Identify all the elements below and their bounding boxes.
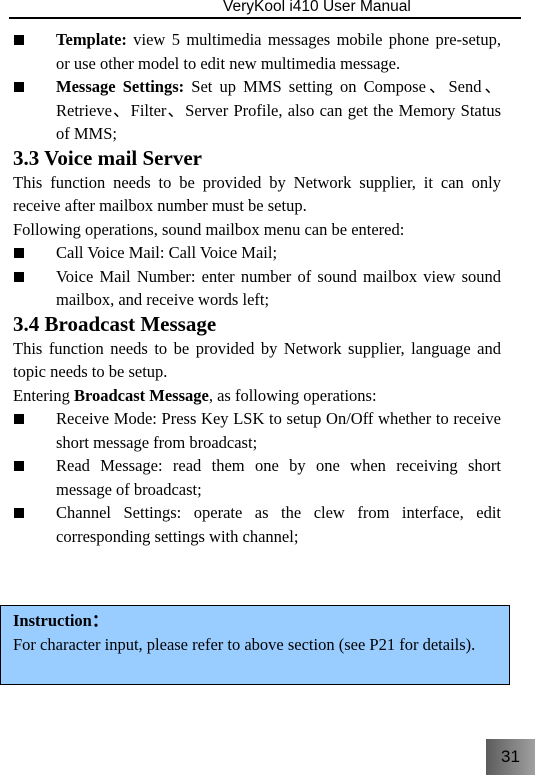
note-title-text: Instruction： — [13, 611, 109, 630]
item-text: Call Voice Mail: Call Voice Mail; — [56, 243, 278, 262]
list-item: Channel Settings: operate as the clew fr… — [13, 501, 501, 548]
square-bullet-icon — [14, 414, 24, 424]
square-bullet-icon — [14, 35, 24, 45]
instruction-note-box: Instruction： For character input, please… — [0, 605, 510, 685]
item-text: Channel Settings: operate as the clew fr… — [56, 503, 501, 546]
note-text: For character input, please refer to abo… — [13, 634, 476, 654]
page-number: 31 — [501, 747, 520, 766]
item-label: Template: — [56, 30, 127, 49]
square-bullet-icon — [14, 508, 24, 518]
page-header: VeryKool i410 User Manual — [0, 0, 535, 19]
item-text: Read Message: read them one by one when … — [56, 456, 501, 499]
list-item: Voice Mail Number: enter number of sound… — [13, 265, 501, 312]
manual-title: VeryKool i410 User Manual — [223, 0, 411, 15]
voicemail-intro: This function needs to be provided by Ne… — [13, 172, 501, 216]
item-text: Voice Mail Number: enter number of sound… — [56, 266, 501, 310]
list-item-template: Template: view 5 multimedia messages mob… — [13, 28, 501, 75]
section-heading-voicemail: 3.3 Voice mail Server — [13, 145, 202, 170]
list-item: Read Message: read them one by one when … — [13, 454, 501, 501]
item-label: Message Settings: — [56, 77, 185, 96]
note-title: Instruction： — [13, 609, 497, 633]
section-heading-broadcast: 3.4 Broadcast Message — [13, 311, 217, 336]
square-bullet-icon — [14, 248, 24, 258]
square-bullet-icon — [14, 82, 24, 92]
header-divider — [9, 17, 521, 19]
square-bullet-icon — [14, 461, 24, 471]
broadcast-ops-intro: Entering Broadcast Message, as following… — [13, 384, 501, 408]
list-item-message-settings: Message Settings: Set up MMS setting on … — [13, 75, 501, 146]
item-text: Receive Mode: Press Key LSK to setup On/… — [56, 409, 501, 452]
list-item: Call Voice Mail: Call Voice Mail; — [13, 241, 501, 265]
page-number-badge: 31 — [486, 739, 535, 775]
voicemail-ops-intro: Following operations, sound mailbox menu… — [13, 219, 405, 239]
ops-prefix: Entering — [13, 385, 74, 405]
list-item: Receive Mode: Press Key LSK to setup On/… — [13, 407, 501, 454]
square-bullet-icon — [14, 271, 24, 282]
broadcast-intro: This function needs to be provided by Ne… — [13, 338, 501, 382]
ops-bold-term: Broadcast Message — [73, 385, 209, 405]
ops-suffix: , as following operations: — [208, 385, 377, 405]
page-content: Template: view 5 multimedia messages mob… — [13, 28, 501, 548]
